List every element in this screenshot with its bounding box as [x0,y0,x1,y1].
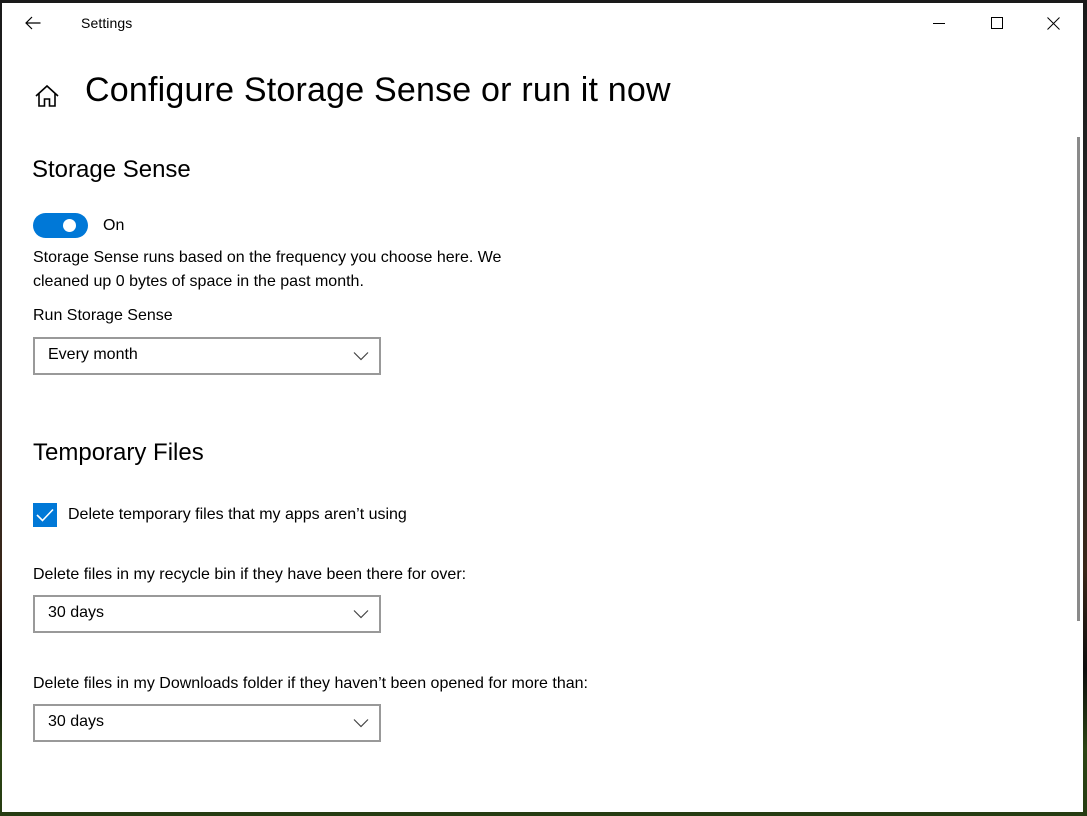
delete-temp-files-checkbox[interactable] [33,503,57,527]
back-button[interactable] [18,9,48,37]
settings-window: Settings Configure Storage Sense or run … [2,3,1083,812]
downloads-dropdown[interactable]: 30 days [33,704,381,742]
toggle-state-label: On [103,217,125,234]
recycle-bin-label: Delete files in my recycle bin if they h… [33,566,467,583]
storage-sense-toggle[interactable] [33,213,88,238]
recycle-bin-dropdown[interactable]: 30 days [33,595,381,633]
checkmark-icon [36,508,54,522]
vertical-scrollbar[interactable] [1077,137,1080,621]
temporary-files-heading: Temporary Files [33,439,204,466]
minimize-button[interactable] [916,3,962,43]
chevron-down-icon [353,352,369,361]
delete-temp-files-label[interactable]: Delete temporary files that my apps aren… [68,503,407,527]
storage-sense-description-line1: Storage Sense runs based on the frequenc… [33,249,502,266]
minimize-icon [933,23,945,24]
dropdown-value: 30 days [48,713,105,730]
downloads-label: Delete files in my Downloads folder if t… [33,675,588,692]
storage-sense-description-line2: cleaned up 0 bytes of space in the past … [33,273,364,290]
dropdown-value: 30 days [48,604,105,621]
home-icon[interactable] [34,83,60,109]
run-storage-sense-dropdown[interactable]: Every month [33,337,381,375]
maximize-icon [991,17,1003,29]
app-title: Settings [81,15,133,31]
maximize-button[interactable] [974,3,1020,43]
close-button[interactable] [1030,3,1076,43]
storage-sense-heading: Storage Sense [32,156,191,183]
dropdown-value: Every month [48,346,138,363]
title-bar: Settings [2,3,1083,43]
page-title: Configure Storage Sense or run it now [85,71,671,109]
close-icon [1046,16,1060,30]
chevron-down-icon [353,719,369,728]
arrow-left-icon [25,16,41,30]
run-storage-sense-label: Run Storage Sense [33,307,173,324]
chevron-down-icon [353,610,369,619]
toggle-knob [63,219,76,232]
